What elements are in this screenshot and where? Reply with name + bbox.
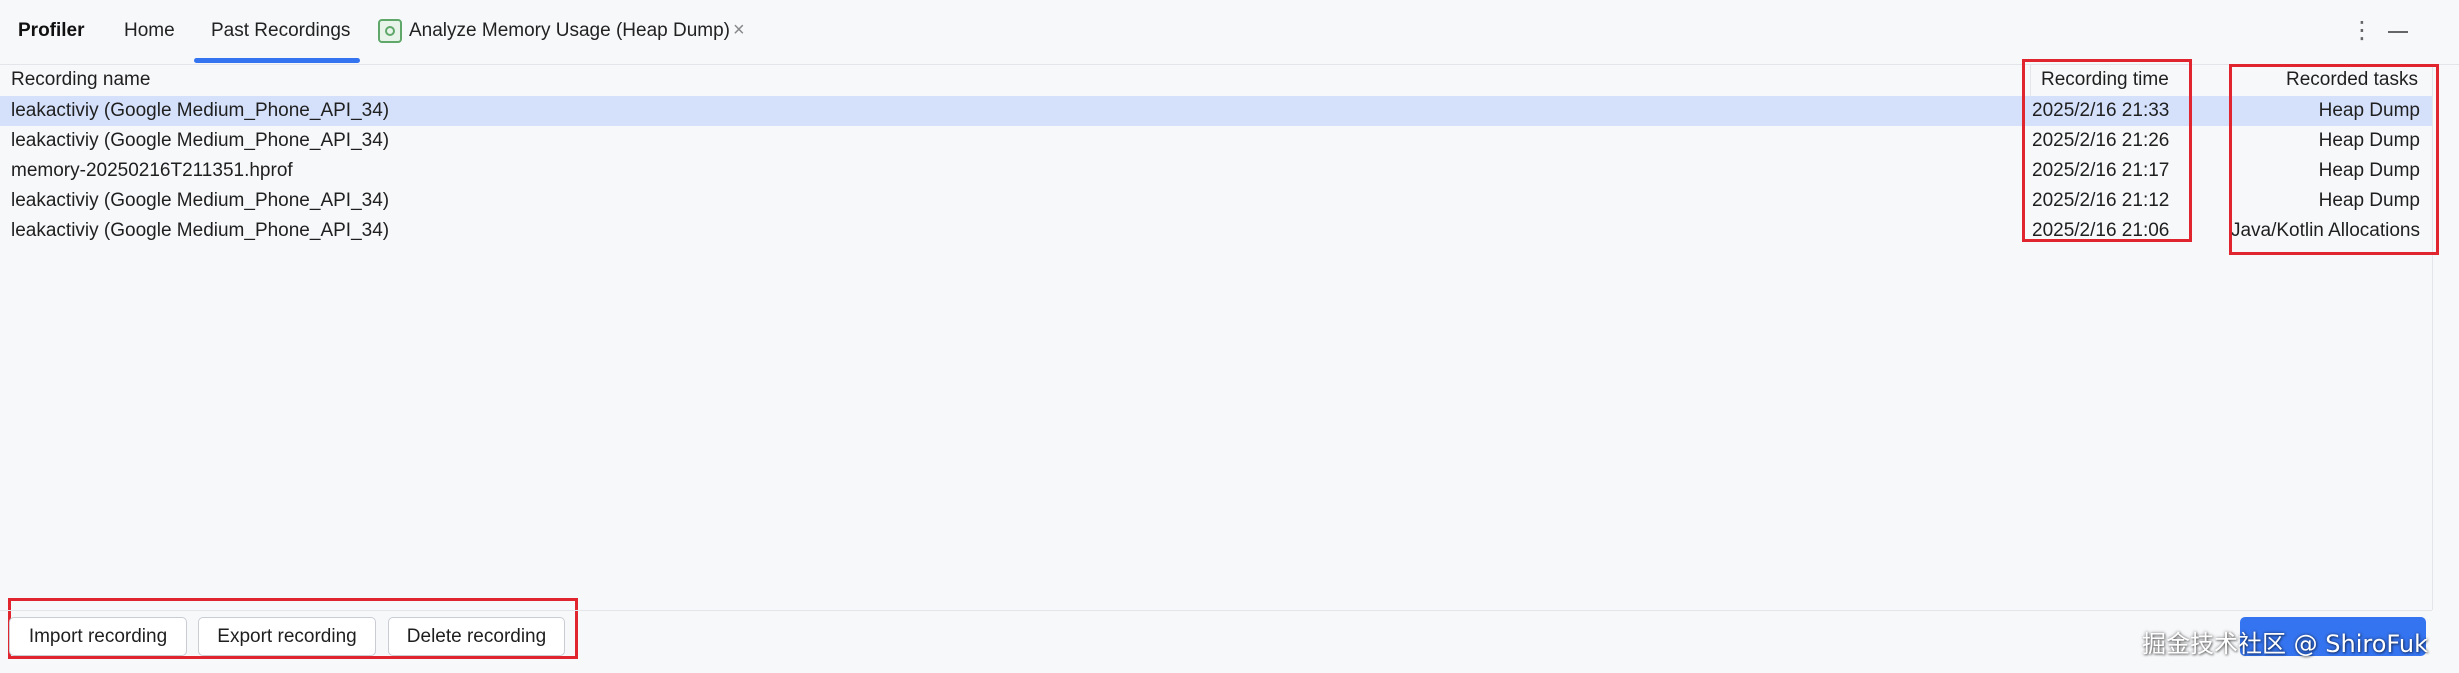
more-options-icon[interactable]: ⋮ [2350,16,2374,45]
recording-name: memory-20250216T211351.hprof [11,160,293,181]
tab-home[interactable]: Home [124,20,175,42]
recording-name: leakactiviy (Google Medium_Phone_API_34) [11,130,390,151]
profiler-title: Profiler [18,20,85,41]
recording-name: leakactiviy (Google Medium_Phone_API_34) [11,190,390,211]
heap-dump-icon [378,19,402,43]
delete-recording-button[interactable]: Delete recording [388,617,565,656]
watermark: 掘金技术社区 @ ShiroFuk [2142,630,2428,658]
active-tab-indicator [194,58,360,63]
recording-name: leakactiviy (Google Medium_Phone_API_34) [11,100,390,121]
column-header-recording-name[interactable]: Recording name [11,69,150,91]
export-recording-button[interactable]: Export recording [198,617,376,656]
divider [0,610,2432,611]
import-recording-button[interactable]: Import recording [9,617,187,656]
tab-past-recordings[interactable]: Past Recordings [211,20,350,42]
minimize-icon[interactable] [2388,31,2408,33]
close-tab-icon[interactable]: × [733,19,745,42]
highlight-recorded-tasks [2229,64,2439,255]
highlight-recording-time [2022,59,2192,242]
recording-name: leakactiviy (Google Medium_Phone_API_34) [11,220,390,241]
tab-analyze-memory-usage[interactable]: Analyze Memory Usage (Heap Dump) [409,20,730,42]
profiler-tab-bar: Profiler Home Past Recordings Analyze Me… [0,0,2459,65]
status-strip [0,664,2459,673]
